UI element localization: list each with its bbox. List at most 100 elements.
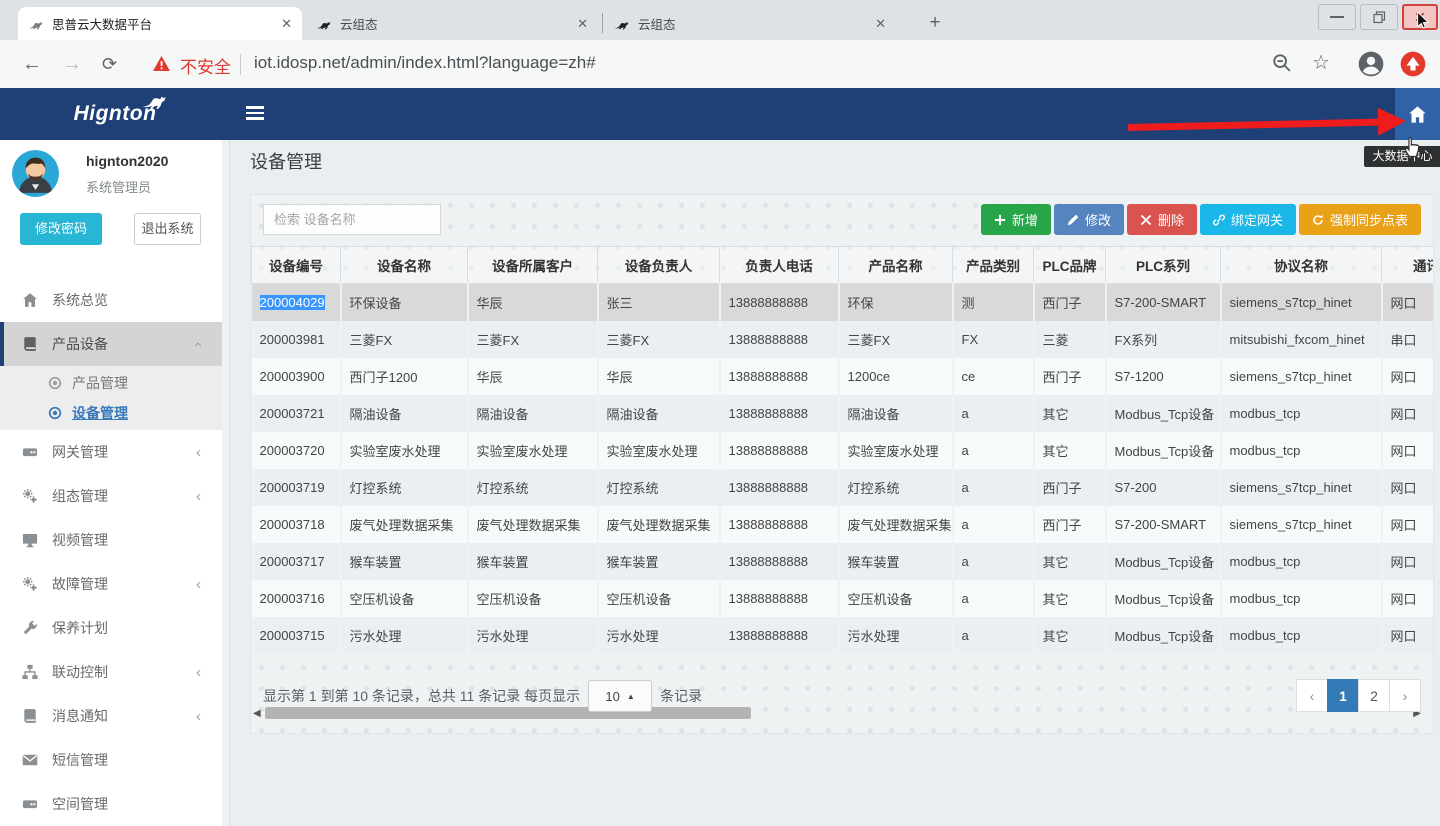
window-minimize-button[interactable] xyxy=(1318,4,1356,30)
column-header[interactable]: 产品名称 xyxy=(839,247,953,284)
sidebar-item[interactable]: 系统总览 xyxy=(0,278,223,322)
table-cell: 西门子 xyxy=(1034,284,1106,321)
sidebar-item[interactable]: 保养计划 xyxy=(0,606,223,650)
sidebar-subitem[interactable]: 产品管理 xyxy=(0,368,223,398)
hamburger-menu-icon[interactable] xyxy=(246,106,264,120)
table-cell: S7-1200 xyxy=(1106,358,1221,395)
table-cell: S7-200 xyxy=(1106,469,1221,506)
table-row[interactable]: 200003718废气处理数据采集废气处理数据采集废气处理数据采集1388888… xyxy=(252,506,1434,543)
window-restore-button[interactable] xyxy=(1360,4,1398,30)
sidebar-item[interactable]: 短信管理 xyxy=(0,738,223,782)
sidebar-item[interactable]: 组态管理‹ xyxy=(0,474,223,518)
table-cell: 废气处理数据采集 xyxy=(598,506,720,543)
sidebar-item-label: 系统总览 xyxy=(52,290,108,310)
action-button-x[interactable]: 删除 xyxy=(1127,204,1197,235)
page-size-value: 10 xyxy=(605,689,619,704)
table-cell: 13888888888 xyxy=(720,543,839,580)
column-header[interactable]: 负责人电话 xyxy=(720,247,839,284)
column-header[interactable]: 设备编号 xyxy=(252,247,341,284)
forward-button[interactable]: → xyxy=(62,51,82,77)
browser-tab[interactable]: 云组态✕ xyxy=(306,7,598,40)
table-cell: 三菱FX xyxy=(839,321,953,358)
table-row[interactable]: 200003720实验室废水处理实验室废水处理实验室废水处理1388888888… xyxy=(252,432,1434,469)
sitemap-icon xyxy=(22,664,38,680)
table-row[interactable]: 200003715污水处理污水处理污水处理13888888888污水处理a其它M… xyxy=(252,617,1434,654)
tab-separator xyxy=(602,13,603,33)
tab-close-icon[interactable]: ✕ xyxy=(281,17,292,30)
extension-icon[interactable] xyxy=(1400,51,1426,77)
table-row[interactable]: 200004029环保设备华辰张三13888888888环保测西门子S7-200… xyxy=(252,284,1434,321)
column-header[interactable]: 设备负责人 xyxy=(598,247,720,284)
action-button-plus[interactable]: 新增 xyxy=(981,204,1051,235)
sidebar-item[interactable]: 网关管理‹ xyxy=(0,430,223,474)
pager-page-button[interactable]: 1 xyxy=(1327,679,1359,712)
zoom-indicator-icon[interactable] xyxy=(1272,53,1292,73)
sidebar-item[interactable]: 故障管理‹ xyxy=(0,562,223,606)
reload-button[interactable]: ⟳ xyxy=(102,51,117,77)
table-cell: 13888888888 xyxy=(720,506,839,543)
sidebar-scrollbar[interactable] xyxy=(222,140,229,826)
table-row[interactable]: 200003716空压机设备空压机设备空压机设备13888888888空压机设备… xyxy=(252,580,1434,617)
table-cell: modbus_tcp xyxy=(1221,432,1382,469)
profile-avatar-icon[interactable] xyxy=(1358,51,1384,77)
tab-close-icon[interactable]: ✕ xyxy=(875,17,886,30)
table-cell: 华辰 xyxy=(468,284,598,321)
column-header[interactable]: 协议名称 xyxy=(1221,247,1382,284)
column-header[interactable]: 通讯 xyxy=(1382,247,1434,284)
pager-prev-button[interactable]: ‹ xyxy=(1296,679,1328,712)
action-button-link[interactable]: 绑定网关 xyxy=(1200,204,1296,235)
bookmark-star-icon[interactable]: ☆ xyxy=(1312,50,1330,75)
sidebar-item-label: 短信管理 xyxy=(52,750,108,770)
action-button-label: 绑定网关 xyxy=(1231,210,1283,229)
table-cell: 网口 xyxy=(1382,395,1434,432)
sidebar-item[interactable]: 消息通知‹ xyxy=(0,694,223,738)
table-cell: 网口 xyxy=(1382,617,1434,654)
pager-next-button[interactable]: › xyxy=(1389,679,1421,712)
table-cell: a xyxy=(953,543,1034,580)
column-header[interactable]: PLC系列 xyxy=(1106,247,1221,284)
action-button-refresh[interactable]: 强制同步点表 xyxy=(1299,204,1421,235)
tab-close-icon[interactable]: ✕ xyxy=(577,17,588,30)
back-button[interactable]: ← xyxy=(22,51,42,77)
link-icon xyxy=(1213,214,1225,226)
column-header[interactable]: 设备名称 xyxy=(341,247,468,284)
pagination-summary-prefix: 显示第 1 到第 10 条记录，总共 11 条记录 每页显示 xyxy=(263,686,580,706)
selected-text: 200004029 xyxy=(260,295,325,310)
sidebar-item[interactable]: 空间管理 xyxy=(0,782,223,826)
url-text[interactable]: iot.idosp.net/admin/index.html?language=… xyxy=(254,53,596,73)
action-button-label: 新增 xyxy=(1012,210,1038,229)
action-button-label: 修改 xyxy=(1085,210,1111,229)
sidebar-item[interactable]: 视频管理 xyxy=(0,518,223,562)
action-button-pencil[interactable]: 修改 xyxy=(1054,204,1124,235)
antelope-logo-icon xyxy=(138,89,172,109)
logout-button[interactable]: 退出系统 xyxy=(134,213,201,245)
sidebar-item-label: 保养计划 xyxy=(52,618,108,638)
browser-tab[interactable]: 思普云大数据平台✕ xyxy=(18,7,302,40)
new-tab-button[interactable]: + xyxy=(922,10,948,36)
sidebar-item[interactable]: 联动控制‹ xyxy=(0,650,223,694)
search-input[interactable] xyxy=(263,204,441,235)
sidebar-item-label: 空间管理 xyxy=(52,794,108,814)
book-icon xyxy=(22,708,38,724)
table-row[interactable]: 200003717猴车装置猴车装置猴车装置13888888888猴车装置a其它M… xyxy=(252,543,1434,580)
table-row[interactable]: 200003981三菱FX三菱FX三菱FX13888888888三菱FXFX三菱… xyxy=(252,321,1434,358)
sidebar-logo-area: Hignton xyxy=(0,88,230,140)
browser-tab[interactable]: 云组态✕ xyxy=(604,7,896,40)
column-header[interactable]: 设备所属客户 xyxy=(468,247,598,284)
sidebar-item[interactable]: 产品设备‹ xyxy=(0,322,223,366)
column-header[interactable]: PLC品牌 xyxy=(1034,247,1106,284)
table-cell: 隔油设备 xyxy=(341,395,468,432)
scroll-left-icon[interactable]: ◀ xyxy=(253,708,261,719)
table-row[interactable]: 200003900西门子1200华辰华辰138888888881200cece西… xyxy=(252,358,1434,395)
page-title: 设备管理 xyxy=(250,148,322,174)
security-warning-label[interactable]: 不安全 xyxy=(180,53,231,78)
column-header[interactable]: 产品类别 xyxy=(953,247,1034,284)
page-size-dropdown[interactable]: 10 ▲ xyxy=(588,680,652,712)
table-row[interactable]: 200003719灯控系统灯控系统灯控系统13888888888灯控系统a西门子… xyxy=(252,469,1434,506)
pager-page-button[interactable]: 2 xyxy=(1358,679,1390,712)
table-row[interactable]: 200003721隔油设备隔油设备隔油设备13888888888隔油设备a其它M… xyxy=(252,395,1434,432)
table-cell: 三菱FX xyxy=(341,321,468,358)
change-password-button[interactable]: 修改密码 xyxy=(20,213,102,245)
sidebar-subitem[interactable]: 设备管理 xyxy=(0,398,223,428)
chevron-left-icon: ‹ xyxy=(196,576,201,593)
